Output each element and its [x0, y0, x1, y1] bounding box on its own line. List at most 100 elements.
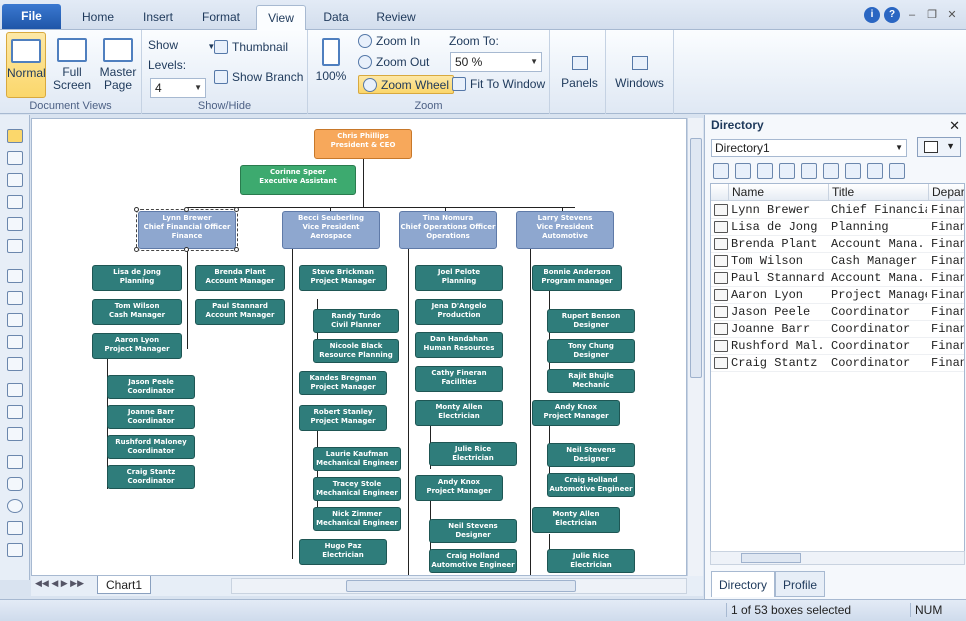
org-box[interactable]: Lisa de Jong Planning [92, 265, 182, 291]
org-box[interactable]: Dan Handahan Human Resources [415, 332, 503, 358]
org-box[interactable]: Laurie Kaufman Mechanical Engineer [313, 447, 401, 471]
org-box-ceo[interactable]: Chris Phillips President & CEO [314, 129, 412, 159]
org-box[interactable]: Steve Brickman Project Manager [299, 265, 387, 291]
zoom-100-button[interactable]: 100% [314, 32, 348, 98]
org-box-assistant[interactable]: Corinne Speer Executive Assistant [240, 165, 356, 195]
new-icon[interactable] [713, 163, 729, 179]
horizontal-scrollbar[interactable] [231, 578, 687, 594]
selection-handle[interactable] [234, 247, 239, 252]
selection-handle[interactable] [134, 247, 139, 252]
info-icon[interactable]: i [864, 7, 880, 23]
box-tool-5-icon[interactable] [7, 357, 23, 371]
tab-profile[interactable]: Profile [775, 571, 826, 597]
file-tab[interactable]: File [2, 4, 61, 29]
org-box[interactable]: Randy Turdo Civil Planner [313, 309, 399, 333]
table-row[interactable]: Brenda Plant Account Mana... Finan [711, 236, 964, 253]
levels-select[interactable]: 4 ▼ [150, 78, 206, 98]
view-mode-button[interactable]: ▼ [917, 137, 961, 157]
org-box[interactable]: Joanne Barr Coordinator [107, 405, 195, 429]
close-icon[interactable]: ✕ [944, 7, 960, 23]
table-row[interactable]: Joanne Barr Coordinator Finan [711, 321, 964, 338]
move-tool-icon[interactable] [7, 173, 23, 187]
copy-icon[interactable] [779, 163, 795, 179]
restore-icon[interactable]: ❐ [924, 7, 940, 23]
org-box[interactable]: Neil Stevens Designer [547, 443, 635, 467]
select-move-tool-icon[interactable] [7, 195, 23, 209]
column-header-department[interactable]: Depar [929, 184, 964, 201]
tab-data[interactable]: Data [313, 5, 359, 30]
close-icon[interactable]: ✕ [949, 118, 960, 134]
rectangle-tool-icon[interactable] [7, 455, 23, 469]
horizontal-scrollbar[interactable] [710, 551, 965, 565]
zoom-select[interactable]: 50 % ▼ [450, 52, 542, 72]
table-row[interactable]: Craig Stantz Coordinator Finan [711, 355, 964, 372]
org-box[interactable]: Neil Stevens Designer [429, 519, 517, 543]
table-row[interactable]: Lynn Brewer Chief Financial... Finan [711, 202, 964, 219]
selection-handle[interactable] [184, 207, 189, 212]
selection-handle[interactable] [134, 207, 139, 212]
org-box[interactable]: Kandes Bregman Project Manager [299, 371, 387, 395]
org-box-vp-aerospace[interactable]: Becci Seuberling Vice President Aerospace [282, 211, 380, 249]
org-box[interactable]: Nick Zimmer Mechanical Engineer [313, 507, 401, 531]
panels-button[interactable]: Panels [554, 30, 606, 114]
table-row[interactable]: Tom Wilson Cash Manager Finan [711, 253, 964, 270]
org-box[interactable]: Andy Knox Project Manager [532, 400, 620, 426]
import-icon[interactable] [823, 163, 839, 179]
tab-insert[interactable]: Insert [132, 5, 184, 30]
selection-handle[interactable] [234, 207, 239, 212]
org-box[interactable]: Tracey Stole Mechanical Engineer [313, 477, 401, 501]
selection-handle[interactable] [184, 247, 189, 252]
normal-view-button[interactable]: Normal [6, 32, 46, 98]
org-box[interactable]: Monty Allen Electrician [532, 507, 620, 533]
org-box[interactable]: Jason Peele Coordinator [107, 375, 195, 399]
table-row[interactable]: Jason Peele Coordinator Finan [711, 304, 964, 321]
add-person-icon[interactable] [867, 163, 883, 179]
org-box[interactable]: Craig Holland Automotive Engineer [429, 549, 517, 573]
org-box[interactable]: Hugo Paz Electrician [299, 539, 387, 565]
scroll-thumb[interactable] [346, 580, 576, 592]
org-box[interactable]: Tony Chung Designer [547, 339, 635, 363]
sheet-nav-icon[interactable]: ◀◀ ◀ ▶ ▶▶ [35, 578, 84, 589]
edit-icon[interactable] [845, 163, 861, 179]
line-tool-icon[interactable] [7, 405, 23, 419]
directory-select[interactable]: Directory1 ▼ [711, 139, 907, 157]
org-box[interactable]: Nicoole Black Resource Planning [313, 339, 399, 363]
zoom-tool-icon[interactable] [7, 239, 23, 253]
excel-icon[interactable] [801, 163, 817, 179]
table-row[interactable]: Paul Stannard Account Mana... Finan [711, 270, 964, 287]
minimize-icon[interactable]: – [904, 7, 920, 23]
zoom-wheel-button[interactable]: Zoom Wheel [358, 75, 455, 94]
rounded-rect-tool-icon[interactable] [7, 477, 23, 491]
box-tool-2-icon[interactable] [7, 291, 23, 305]
show-branch-button[interactable]: Show Branch [214, 68, 303, 87]
org-box[interactable]: Rushford Maloney Coordinator [107, 435, 195, 459]
org-box[interactable]: Rupert Benson Designer [547, 309, 635, 333]
org-box[interactable]: Cathy Fineran Facilities [415, 366, 503, 392]
org-box[interactable]: Paul Stannard Account Manager [195, 299, 285, 325]
org-box[interactable]: Robert Stanley Project Manager [299, 405, 387, 431]
fit-to-window-button[interactable]: Fit To Window [452, 75, 545, 94]
org-box[interactable]: Aaron Lyon Project Manager [92, 333, 182, 359]
print-icon[interactable] [735, 163, 751, 179]
org-box-vp-finance[interactable]: Lynn Brewer Chief Financial Officer Financ… [136, 209, 238, 251]
master-page-button[interactable]: Master Page [98, 32, 138, 98]
box-tool-3-icon[interactable] [7, 313, 23, 327]
hierarchy-tool-icon[interactable] [7, 151, 23, 165]
org-box[interactable]: Craig Stantz Coordinator [107, 465, 195, 489]
org-box-vp-operations[interactable]: Tina Nomura Chief Operations Officer Opera… [399, 211, 497, 249]
org-box[interactable]: Craig Holland Automotive Engineer [547, 473, 635, 497]
scroll-thumb[interactable] [690, 138, 702, 378]
org-box[interactable]: Brenda Plant Account Manager [195, 265, 285, 291]
table-row[interactable]: Rushford Mal... Coordinator Finan [711, 338, 964, 355]
show-dropdown[interactable]: Show ▼ [148, 36, 215, 55]
org-box[interactable]: Joel Pelote Planning [415, 265, 503, 291]
org-box[interactable]: Andy Knox Project Manager [415, 475, 503, 501]
image-tool-icon[interactable] [7, 543, 23, 557]
zoom-in-button[interactable]: Zoom In [358, 32, 420, 51]
column-header-title[interactable]: Title [829, 184, 929, 201]
column-header-name[interactable]: Name [729, 184, 829, 201]
org-box[interactable]: Jena D'Angelo Production [415, 299, 503, 325]
table-row[interactable]: Lisa de Jong Planning Finan [711, 219, 964, 236]
tab-review[interactable]: Review [368, 5, 424, 30]
tab-home[interactable]: Home [72, 5, 124, 30]
